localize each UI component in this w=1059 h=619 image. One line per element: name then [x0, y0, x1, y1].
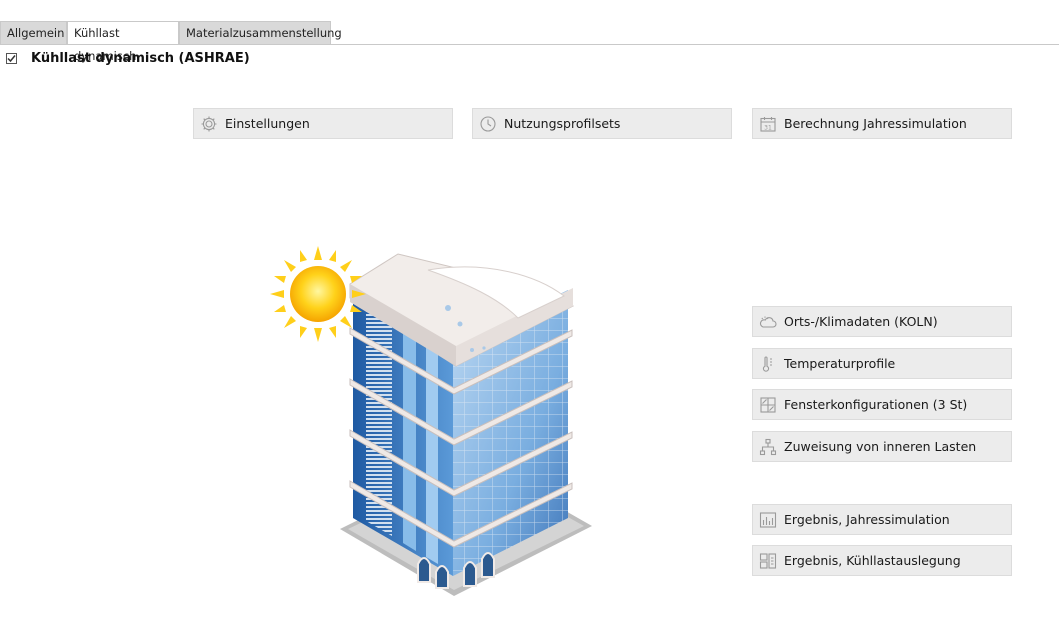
section-header: Kühllast dynamisch (ASHRAE)	[6, 49, 250, 67]
report-icon	[758, 551, 778, 571]
section-title: Kühllast dynamisch (ASHRAE)	[31, 50, 250, 66]
cooling-load-result-label: Ergebnis, Kühllastauslegung	[784, 553, 961, 568]
location-climate-button[interactable]: Orts-/Klimadaten (KOLN)	[752, 306, 1012, 337]
gear-icon	[199, 114, 219, 134]
usage-profiles-button-label: Nutzungsprofilsets	[504, 116, 621, 131]
tab-bar: Allgemein Kühllast dynamisch Materialzus…	[0, 0, 1059, 63]
cooling-load-result-button[interactable]: Ergebnis, Kühllastauslegung	[752, 545, 1012, 576]
bar-chart-icon	[758, 510, 778, 530]
calendar-icon: 31	[758, 114, 778, 134]
cloud-sun-icon	[758, 312, 778, 332]
tab-allgemein[interactable]: Allgemein	[0, 21, 67, 44]
tab-materialzusammenstellung[interactable]: Materialzusammenstellung	[179, 21, 342, 44]
location-climate-button-label: Orts-/Klimadaten (KOLN)	[784, 314, 938, 329]
settings-button[interactable]: Einstellungen	[193, 108, 453, 139]
annual-simulation-button-label: Berechnung Jahressimulation	[784, 116, 967, 131]
enable-checkbox[interactable]	[6, 52, 17, 64]
temperature-profiles-button-label: Temperaturprofile	[784, 356, 896, 371]
settings-button-label: Einstellungen	[225, 116, 310, 131]
clock-icon	[478, 114, 498, 134]
checkmark-icon	[7, 54, 16, 62]
tree-structure-icon	[758, 437, 778, 457]
usage-profiles-button[interactable]: Nutzungsprofilsets	[472, 108, 732, 139]
svg-text:31: 31	[764, 124, 772, 131]
annual-simulation-button[interactable]: 31 Berechnung Jahressimulation	[752, 108, 1012, 139]
window-configurations-button[interactable]: Fensterkonfigurationen (3 St)	[752, 389, 1012, 420]
window-configurations-button-label: Fensterkonfigurationen (3 St)	[784, 397, 968, 412]
internal-loads-button-label: Zuweisung von inneren Lasten	[784, 439, 977, 454]
tab-kuehllast-dynamisch[interactable]: Kühllast dynamisch	[67, 21, 179, 63]
annual-simulation-result-label: Ergebnis, Jahressimulation	[784, 512, 950, 527]
internal-loads-button[interactable]: Zuweisung von inneren Lasten	[752, 431, 1012, 462]
building-illustration	[268, 246, 598, 608]
temperature-profiles-button[interactable]: Temperaturprofile	[752, 348, 1012, 379]
window-icon	[758, 395, 778, 415]
annual-simulation-result-button[interactable]: Ergebnis, Jahressimulation	[752, 504, 1012, 535]
tab-divider	[0, 44, 1059, 45]
thermometer-icon	[758, 354, 778, 374]
